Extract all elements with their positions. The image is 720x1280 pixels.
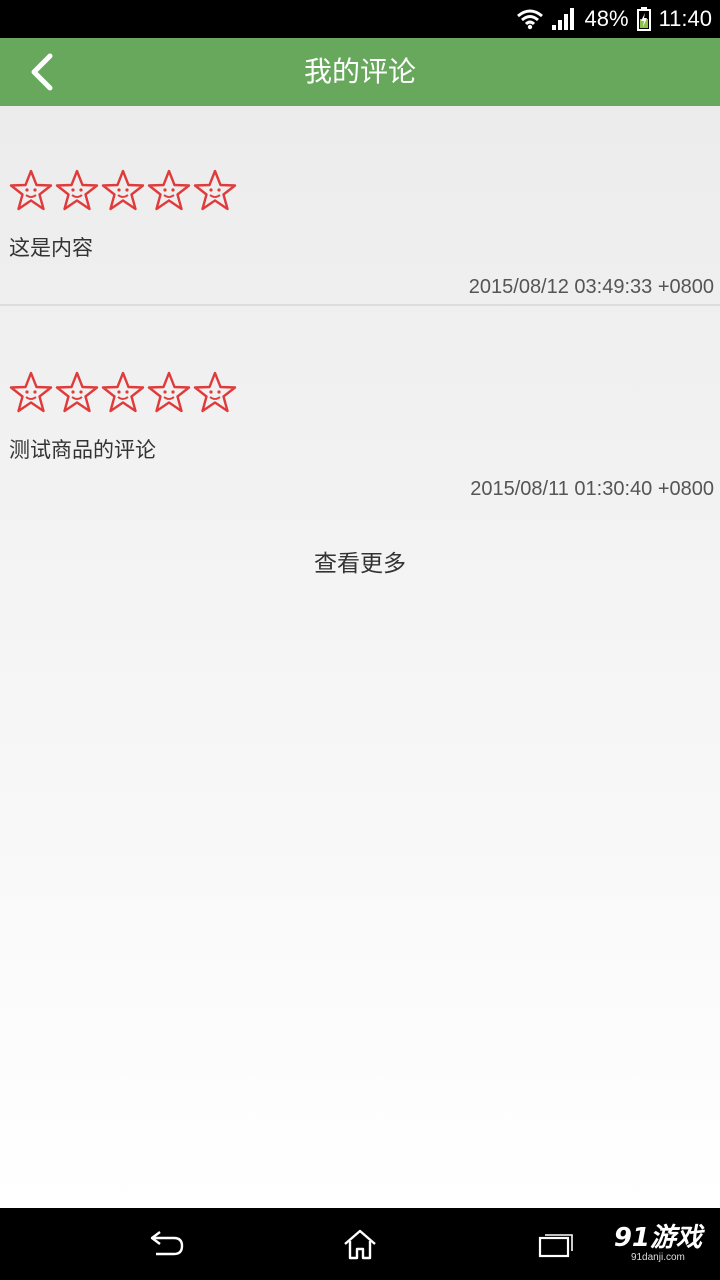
- smiley-star-icon: [9, 371, 53, 413]
- review-timestamp: 2015/08/12 03:49:33 +0800: [468, 276, 714, 298]
- smiley-star-icon: [193, 169, 237, 211]
- clock: 11:40: [658, 6, 712, 31]
- watermark-logo: 91游戏 91danji.com: [614, 1224, 702, 1263]
- smiley-star-icon: [55, 371, 99, 413]
- star-rating: [8, 168, 238, 214]
- smiley-star-icon: [101, 371, 145, 413]
- status-bar: 48% 11:40: [0, 0, 720, 38]
- review-text: 测试商品的评论: [9, 438, 156, 462]
- wifi-icon: [516, 9, 543, 30]
- watermark-sub: 91danji.com: [630, 1252, 685, 1263]
- nav-recents-button[interactable]: [526, 1224, 586, 1264]
- navigation-bar: 91游戏 91danji.com: [0, 1208, 720, 1280]
- review-item: 这是内容 2015/08/12 03:49:33 +0800: [0, 106, 720, 306]
- smiley-star-icon: [55, 169, 99, 211]
- review-timestamp: 2015/08/11 01:30:40 +0800: [470, 478, 714, 500]
- nav-back-button[interactable]: [136, 1224, 196, 1264]
- smiley-star-icon: [9, 169, 53, 211]
- nav-home-button[interactable]: [330, 1224, 390, 1264]
- battery-percent: 48%: [584, 6, 629, 31]
- page-title: 我的评论: [303, 55, 416, 88]
- recents-icon: [538, 1234, 573, 1258]
- smiley-star-icon: [193, 371, 237, 413]
- review-list: 这是内容 2015/08/12 03:49:33 +0800 测试商品的评论 2…: [0, 106, 720, 1208]
- star-rating: [8, 370, 238, 416]
- home-icon: [344, 1229, 376, 1260]
- review-item: 测试商品的评论 2015/08/11 01:30:40 +0800: [0, 308, 720, 508]
- watermark-main: 91游戏: [613, 1223, 702, 1253]
- load-more-button[interactable]: 查看更多: [0, 544, 720, 578]
- nav-back-icon: [150, 1231, 184, 1256]
- battery-charging-icon: [636, 7, 651, 31]
- smiley-star-icon: [147, 371, 191, 413]
- review-text: 这是内容: [9, 236, 93, 260]
- signal-icon: [551, 8, 574, 30]
- smiley-star-icon: [147, 169, 191, 211]
- app-bar: 我的评论: [0, 38, 720, 106]
- smiley-star-icon: [101, 169, 145, 211]
